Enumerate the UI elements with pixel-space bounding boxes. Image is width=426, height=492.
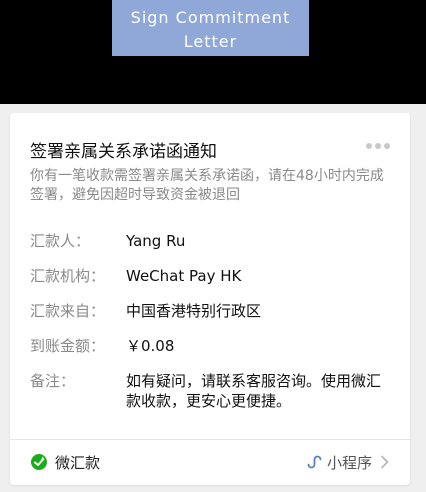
mini-program-link[interactable]: 小程序: [306, 452, 390, 473]
brand-label: 微汇款: [55, 453, 101, 472]
detail-row-institution: 汇款机构： WeChat Pay HK: [30, 266, 390, 286]
detail-label: 到账金额：: [30, 337, 106, 355]
detail-value: 中国香港特别行政区: [126, 302, 262, 320]
detail-label: 汇款机构：: [30, 267, 106, 285]
mini-program-label: 小程序: [326, 453, 372, 472]
card-title: 签署亲属关系承诺函通知: [30, 142, 217, 162]
sign-commitment-banner[interactable]: Sign Commitment Letter: [112, 0, 309, 56]
chevron-right-icon: [381, 455, 389, 469]
detail-value: WeChat Pay HK: [126, 267, 242, 285]
brand[interactable]: 微汇款: [30, 452, 100, 473]
detail-list: 汇款人： Yang Ru 汇款机构： WeChat Pay HK 汇款来自： 中…: [30, 231, 390, 426]
mini-program-icon: [307, 455, 322, 469]
detail-label: 汇款人：: [30, 232, 91, 250]
detail-row-amount: 到账金额： ￥0.08: [30, 336, 390, 356]
detail-row-origin: 汇款来自： 中国香港特别行政区: [30, 301, 390, 321]
detail-value: Yang Ru: [126, 232, 186, 250]
footer-divider: [10, 439, 410, 440]
notification-card[interactable]: 签署亲属关系承诺函通知 你有一笔收款需签署亲属关系承诺函，请在48小时内完成签署…: [10, 113, 410, 485]
more-dots-icon[interactable]: [366, 143, 390, 149]
card-footer[interactable]: 微汇款 小程序: [30, 450, 390, 474]
detail-label: 汇款来自：: [30, 302, 106, 320]
detail-label: 备注：: [30, 372, 76, 390]
detail-row-remark: 备注： 如有疑问，请联系客服咨询。使用微汇款收款，更安心更便捷。: [30, 371, 390, 411]
card-subtitle: 你有一笔收款需签署亲属关系承诺函，请在48小时内完成签署，避免因超时导致资金被退…: [30, 168, 384, 203]
detail-value: ￥0.08: [126, 337, 175, 355]
detail-value: 如有疑问，请联系客服咨询。使用微汇款收款，更安心更便捷。: [126, 372, 382, 410]
detail-row-sender: 汇款人： Yang Ru: [30, 231, 390, 251]
wechat-remit-icon: [31, 454, 47, 470]
